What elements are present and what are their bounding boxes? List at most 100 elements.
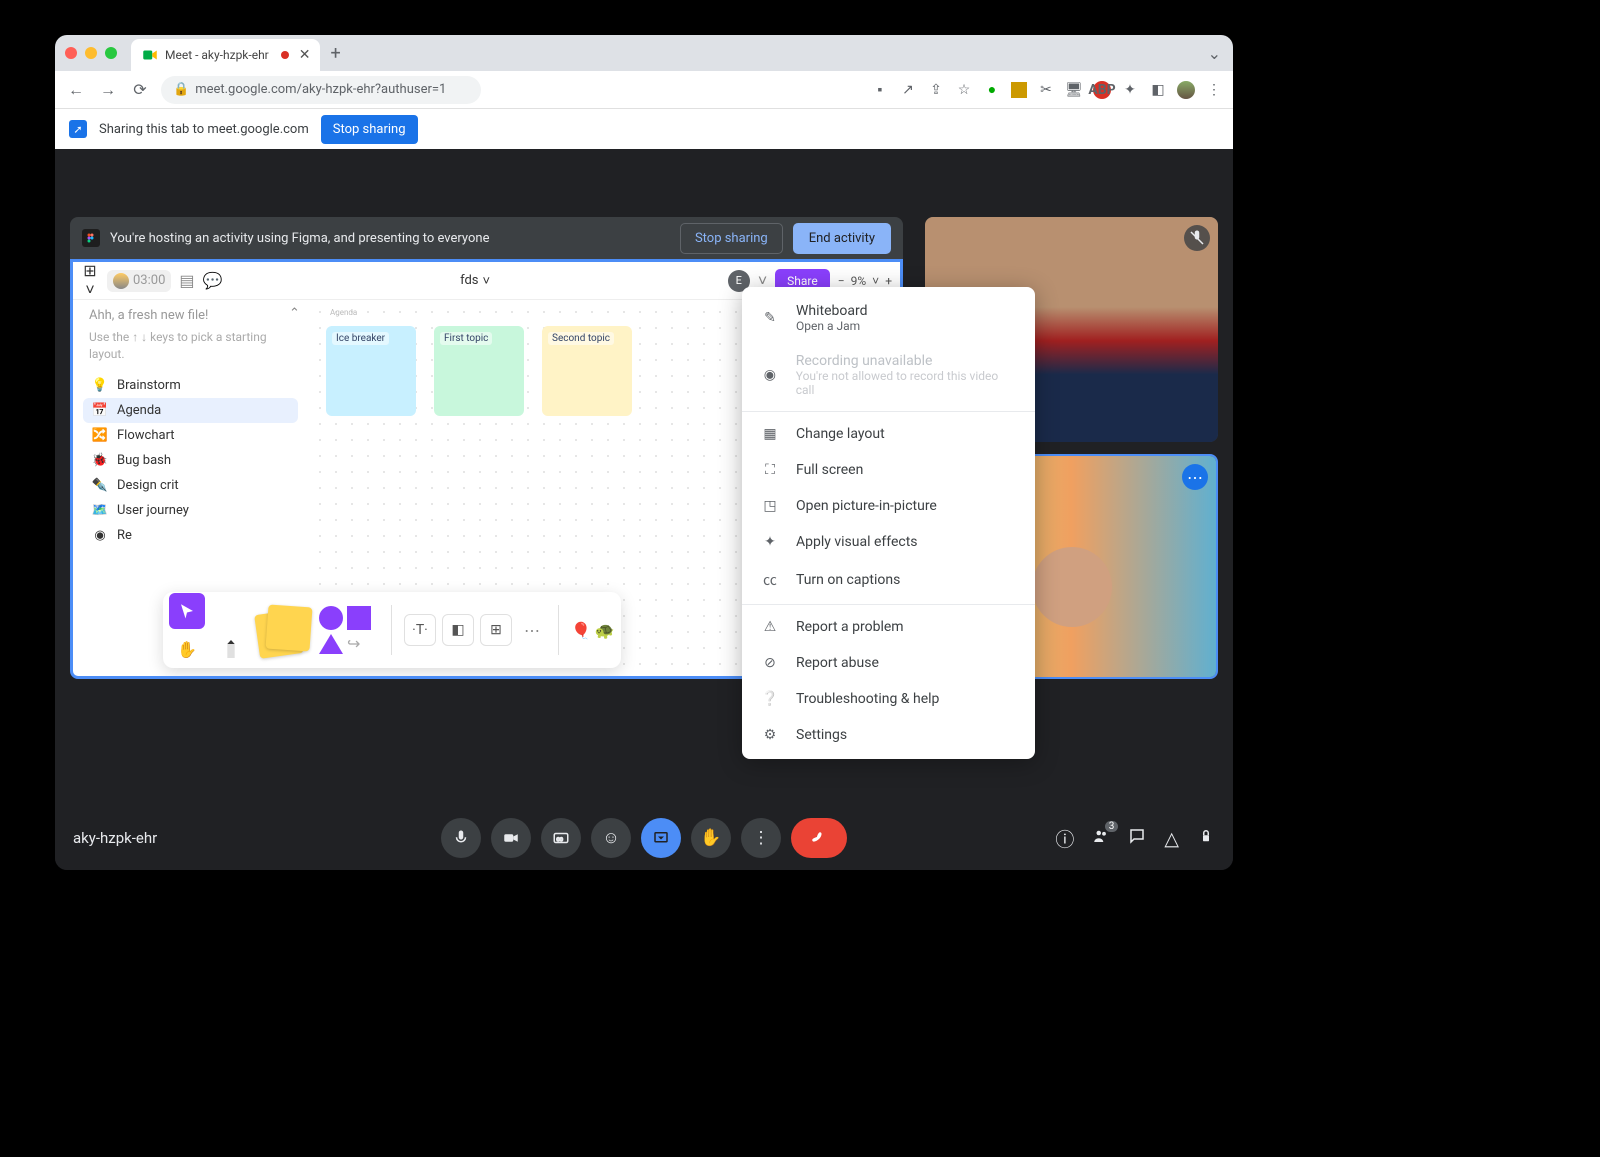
sticky-note[interactable]: Ice breaker bbox=[326, 326, 416, 416]
tile-more-icon[interactable]: ⋯ bbox=[1182, 464, 1208, 490]
gear-icon: ⚙ bbox=[760, 727, 780, 743]
zoom-in-icon[interactable]: + bbox=[885, 274, 892, 288]
browser-tab[interactable]: Meet - aky-hzpk-ehr ✕ bbox=[131, 39, 320, 71]
menu-fullscreen[interactable]: ⛶Full screen bbox=[742, 452, 1035, 488]
select-tool[interactable] bbox=[169, 593, 205, 629]
template-designcrit[interactable]: ✒️Design crit bbox=[83, 473, 298, 498]
reactions-button[interactable]: ☺ bbox=[591, 818, 631, 858]
reload-button[interactable]: ⟳ bbox=[129, 80, 151, 99]
panel-hint: Use the ↑ ↓ keys to pick a starting layo… bbox=[83, 327, 298, 373]
profile-avatar[interactable] bbox=[1177, 81, 1195, 99]
bug-icon: 🐞 bbox=[91, 453, 109, 468]
timer[interactable]: 03:00 bbox=[107, 270, 171, 292]
more-options-button[interactable]: ⋮ bbox=[741, 818, 781, 858]
raise-hand-button[interactable]: ✋ bbox=[691, 818, 731, 858]
feedback-icon: ⚠ bbox=[760, 619, 780, 635]
recording-indicator-icon bbox=[281, 51, 289, 59]
menu-change-layout[interactable]: ▦Change layout bbox=[742, 416, 1035, 452]
camera-icon[interactable]: ▪ bbox=[871, 81, 889, 99]
leave-call-button[interactable] bbox=[791, 818, 847, 858]
panel-header: Ahh, a fresh new file! bbox=[83, 304, 298, 327]
pencil-tool[interactable] bbox=[211, 602, 251, 658]
more-tools-icon[interactable]: ⋯ bbox=[518, 621, 546, 640]
meet-controls: aky-hzpk-ehr cc ☺ ✋ ⋮ ⓘ 3 △ bbox=[55, 806, 1233, 870]
stop-sharing-button[interactable]: Stop sharing bbox=[321, 115, 418, 144]
present-button[interactable] bbox=[641, 818, 681, 858]
bookmark-icon[interactable]: ☆ bbox=[955, 81, 973, 99]
sparkle-icon: ✦ bbox=[760, 534, 780, 550]
people-button[interactable]: 3 bbox=[1092, 827, 1110, 850]
close-window[interactable] bbox=[65, 47, 77, 59]
abp-icon[interactable]: ABP bbox=[1093, 81, 1111, 99]
panel-icon[interactable]: ▤ bbox=[179, 271, 194, 290]
minimize-window[interactable] bbox=[85, 47, 97, 59]
sidepanel-icon[interactable]: ◧ bbox=[1149, 81, 1167, 99]
ext-icon-3[interactable]: ✂ bbox=[1037, 81, 1055, 99]
template-flowchart[interactable]: 🔀Flowchart bbox=[83, 423, 298, 448]
window-controls[interactable] bbox=[65, 47, 117, 59]
close-tab-icon[interactable]: ✕ bbox=[299, 47, 311, 63]
section-tool[interactable]: ◧ bbox=[442, 614, 474, 646]
text-tool[interactable]: ·T· bbox=[404, 614, 436, 646]
host-controls-button[interactable] bbox=[1197, 827, 1215, 850]
info-button[interactable]: ⓘ bbox=[1055, 825, 1074, 852]
menu-captions[interactable]: ㏄Turn on captions bbox=[742, 560, 1035, 600]
figma-menu-icon[interactable]: ⊞ ˅ bbox=[81, 261, 99, 300]
menu-report-abuse[interactable]: ⊘Report abuse bbox=[742, 645, 1035, 681]
zoom-out-icon[interactable]: − bbox=[838, 274, 845, 288]
template-userjourney[interactable]: 🗺️User journey bbox=[83, 498, 298, 523]
zoom-control[interactable]: − 9% ˅ + bbox=[838, 274, 892, 288]
captions-button[interactable]: cc bbox=[541, 818, 581, 858]
calendar-icon: 📅 bbox=[91, 403, 109, 418]
table-tool[interactable]: ⊞ bbox=[480, 614, 512, 646]
pen-icon: ✒️ bbox=[91, 478, 109, 493]
end-activity-button[interactable]: End activity bbox=[793, 223, 891, 254]
menu-troubleshoot[interactable]: ❔Troubleshooting & help bbox=[742, 681, 1035, 717]
activity-banner: You're hosting an activity using Figma, … bbox=[70, 217, 903, 259]
fullscreen-icon: ⛶ bbox=[760, 462, 780, 478]
back-button[interactable]: ← bbox=[65, 80, 87, 100]
pen-icon: ✎ bbox=[760, 310, 780, 326]
activities-button[interactable]: △ bbox=[1164, 827, 1179, 850]
mic-button[interactable] bbox=[441, 818, 481, 858]
share-icon[interactable]: ⇪ bbox=[927, 81, 945, 99]
sticky-note-tool[interactable] bbox=[257, 602, 313, 658]
camera-button[interactable] bbox=[491, 818, 531, 858]
menu-visual-effects[interactable]: ✦Apply visual effects bbox=[742, 524, 1035, 560]
tab-dropdown-icon[interactable]: ⌄ bbox=[1208, 44, 1221, 63]
hand-tool[interactable]: ✋ bbox=[169, 631, 205, 667]
ext-icon-2[interactable] bbox=[1011, 82, 1027, 98]
zoom-value: 9% bbox=[851, 274, 867, 288]
ext-icon-1[interactable]: ● bbox=[983, 81, 1001, 99]
stickers-tool[interactable]: 🎈 🐢 bbox=[571, 621, 615, 640]
banner-stop-sharing-button[interactable]: Stop sharing bbox=[680, 223, 783, 254]
chat-button[interactable] bbox=[1128, 827, 1146, 850]
address-bar: ← → ⟳ 🔒 meet.google.com/aky-hzpk-ehr?aut… bbox=[55, 71, 1233, 109]
template-agenda[interactable]: 📅Agenda bbox=[83, 398, 298, 423]
menu-pip[interactable]: ◳Open picture-in-picture bbox=[742, 488, 1035, 524]
chevron-down-icon[interactable]: ˅ bbox=[872, 274, 879, 288]
collapse-icon[interactable]: ⌃ bbox=[289, 306, 300, 321]
banner-text: You're hosting an activity using Figma, … bbox=[110, 231, 489, 246]
menu-settings[interactable]: ⚙Settings bbox=[742, 717, 1035, 753]
extensions-icon[interactable]: ✦ bbox=[1121, 81, 1139, 99]
new-tab-button[interactable]: + bbox=[330, 43, 340, 64]
ext-icon-4[interactable]: 🖥 bbox=[1065, 81, 1083, 99]
comment-icon[interactable]: 💬 bbox=[203, 271, 223, 290]
shapes-tool[interactable]: ↪ bbox=[319, 606, 379, 654]
figjam-bottom-toolbar: ✋ ↪ ·T· ◧ ⊞ ⋯ bbox=[163, 592, 621, 668]
maximize-window[interactable] bbox=[105, 47, 117, 59]
forward-button[interactable]: → bbox=[97, 80, 119, 100]
template-re[interactable]: ◉Re bbox=[83, 523, 298, 548]
open-external-icon[interactable]: ↗ bbox=[899, 81, 917, 99]
sticky-note[interactable]: First topic bbox=[434, 326, 524, 416]
file-title[interactable]: fds ˅ bbox=[460, 273, 490, 289]
template-brainstorm[interactable]: 💡Brainstorm bbox=[83, 373, 298, 398]
browser-window: Meet - aky-hzpk-ehr ✕ + ⌄ ← → ⟳ 🔒 meet.g… bbox=[55, 35, 1233, 870]
template-bugbash[interactable]: 🐞Bug bash bbox=[83, 448, 298, 473]
url-input[interactable]: 🔒 meet.google.com/aky-hzpk-ehr?authuser=… bbox=[161, 76, 481, 104]
chrome-menu-icon[interactable]: ⋮ bbox=[1205, 81, 1223, 99]
menu-whiteboard[interactable]: ✎ WhiteboardOpen a Jam bbox=[742, 293, 1035, 343]
menu-report-problem[interactable]: ⚠Report a problem bbox=[742, 609, 1035, 645]
sticky-note[interactable]: Second topic bbox=[542, 326, 632, 416]
